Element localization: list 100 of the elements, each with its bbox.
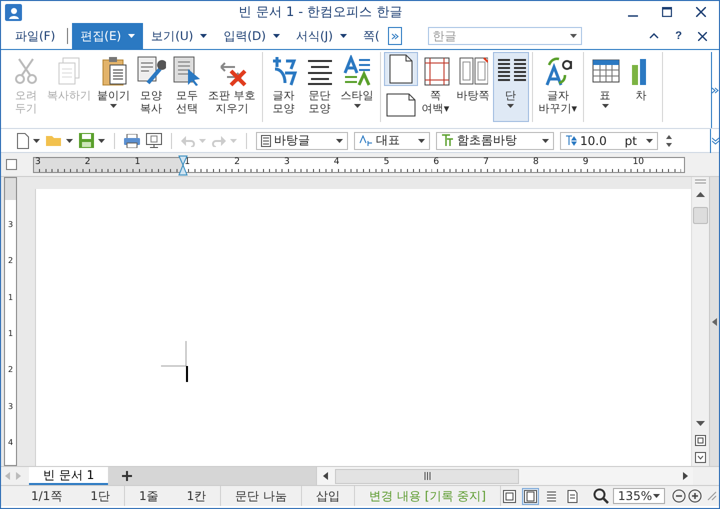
search-icon[interactable] — [592, 488, 609, 504]
ruler-number: 3 — [35, 156, 41, 166]
page-down-icon — [695, 452, 706, 463]
ruler-number: 3 — [8, 220, 14, 229]
folder-icon — [46, 134, 62, 147]
new-document-button[interactable] — [17, 132, 40, 148]
status-text: 문단 나눔 — [221, 486, 302, 506]
status-text: 삽입 — [302, 486, 356, 506]
language-combo[interactable]: 대표 — [354, 132, 430, 150]
arrow-left-icon — [5, 472, 10, 480]
ribbon-button[interactable]: 모두 선택 — [169, 52, 205, 122]
close-icon — [696, 7, 706, 17]
letter-mark-icon — [359, 134, 373, 146]
caret-icon — [336, 138, 343, 142]
ruler-number: 7 — [483, 156, 489, 166]
caret-icon — [200, 34, 208, 38]
caret-icon — [128, 34, 136, 38]
document-view-icon — [566, 490, 579, 502]
grip-icon — [692, 177, 709, 186]
side-panel-toggle[interactable] — [709, 177, 719, 466]
chevron-icon — [390, 32, 399, 40]
view-button[interactable] — [522, 488, 539, 504]
printer-icon — [124, 134, 140, 148]
chevron-down-icon — [712, 136, 718, 144]
indent-marker-icon[interactable] — [178, 154, 188, 176]
scroll-up-icon — [696, 192, 705, 197]
preview-button[interactable] — [146, 133, 162, 148]
plus-icon — [122, 471, 132, 481]
ribbon-button[interactable]: 바탕쪽 — [454, 52, 492, 122]
status-text: 1칸 — [172, 486, 222, 506]
chevron-icon — [712, 86, 719, 94]
caret-icon — [110, 104, 117, 108]
redo-icon — [212, 134, 226, 146]
ribbon-button[interactable]: 붙이기 — [94, 52, 133, 122]
caret-icon — [354, 104, 360, 108]
page-frame-icon — [524, 490, 537, 502]
more-menus-button[interactable] — [388, 27, 402, 45]
style-combo[interactable]: 바탕글 — [256, 132, 348, 150]
caret-icon — [230, 138, 237, 142]
ribbon-button[interactable]: 조판 부호 지우기 — [205, 52, 258, 122]
menu-tab[interactable]: 입력(D) — [215, 23, 288, 49]
font-icon — [441, 134, 454, 147]
caret-icon — [602, 104, 609, 108]
menu-tab[interactable]: 파일(F) — [7, 23, 64, 49]
zoom-out-button[interactable] — [671, 489, 687, 503]
caret-icon — [272, 34, 280, 38]
menu-tab[interactable]: 편집(E) — [72, 23, 144, 49]
print-button[interactable] — [124, 134, 140, 148]
ribbon-button[interactable]: 단 — [492, 52, 528, 122]
view-button[interactable] — [500, 488, 518, 504]
caret-icon — [340, 34, 347, 38]
previous-page-button[interactable] — [692, 432, 709, 449]
tab-type-button[interactable] — [6, 159, 17, 170]
caret-icon — [66, 138, 73, 142]
ribbon-button[interactable]: 문단 모양 — [302, 52, 338, 122]
font-combo[interactable]: 함초롬바탕 — [436, 132, 554, 150]
scroll-thumb[interactable] — [693, 207, 708, 224]
ruler-number: 2 — [8, 256, 14, 266]
ribbon-button[interactable]: 차 — [623, 52, 660, 122]
arrow-left-icon — [322, 472, 328, 480]
ribbon-button[interactable]: 표 — [587, 52, 624, 122]
ribbon-button[interactable]: 글자 모양 — [266, 52, 302, 122]
ruler-number: 4 — [8, 438, 14, 448]
open-button[interactable] — [46, 134, 73, 147]
status-text: 1줄 — [138, 488, 160, 504]
ribbon-button[interactable]: 쪽 여백▾ — [418, 52, 454, 122]
style-icon — [342, 55, 372, 87]
close-document-button[interactable] — [698, 30, 707, 42]
menu-tab[interactable]: 서식(J) — [288, 23, 355, 49]
ribbon-button[interactable]: 글자 바꾸기▾ — [536, 52, 580, 122]
add-tab-button[interactable] — [108, 467, 146, 485]
portrait-button[interactable] — [384, 52, 418, 86]
chevron-up-icon — [649, 33, 660, 39]
menu-tab[interactable]: 쪽( — [354, 23, 388, 49]
document-tab[interactable]: 빈 문서 1 — [29, 467, 108, 485]
save-button[interactable] — [79, 133, 105, 148]
menu-tab[interactable]: 보기(U) — [143, 23, 216, 49]
document-icon — [17, 132, 29, 148]
font-size-combo[interactable]: 10.0 pt — [560, 132, 658, 150]
help-button[interactable]: ? — [675, 30, 682, 42]
ribbon-button[interactable]: 모양 복사 — [133, 52, 169, 122]
text-cursor — [186, 366, 188, 382]
caret-icon — [199, 138, 206, 142]
unit-label: pt — [624, 134, 637, 148]
ruler-number: 2 — [234, 156, 240, 166]
status-text: 1단 — [76, 486, 125, 506]
brush-icon — [136, 55, 166, 87]
zoom-combo[interactable]: 135% — [612, 488, 665, 504]
ribbon-button[interactable]: 스타일 — [338, 52, 376, 122]
arrow-right-icon — [16, 472, 21, 480]
grip-icon — [424, 472, 431, 480]
zoom-in-button[interactable] — [687, 489, 703, 503]
monitor-icon — [146, 133, 162, 148]
scroll-thumb[interactable] — [335, 468, 520, 484]
expand-ribbon-button[interactable] — [711, 52, 719, 128]
ruler-number: 2 — [84, 156, 91, 166]
style-lines-icon — [261, 134, 271, 146]
next-page-button[interactable] — [692, 449, 709, 466]
ruler-number: 9 — [582, 156, 588, 166]
ruler-number: 3 — [284, 156, 290, 166]
